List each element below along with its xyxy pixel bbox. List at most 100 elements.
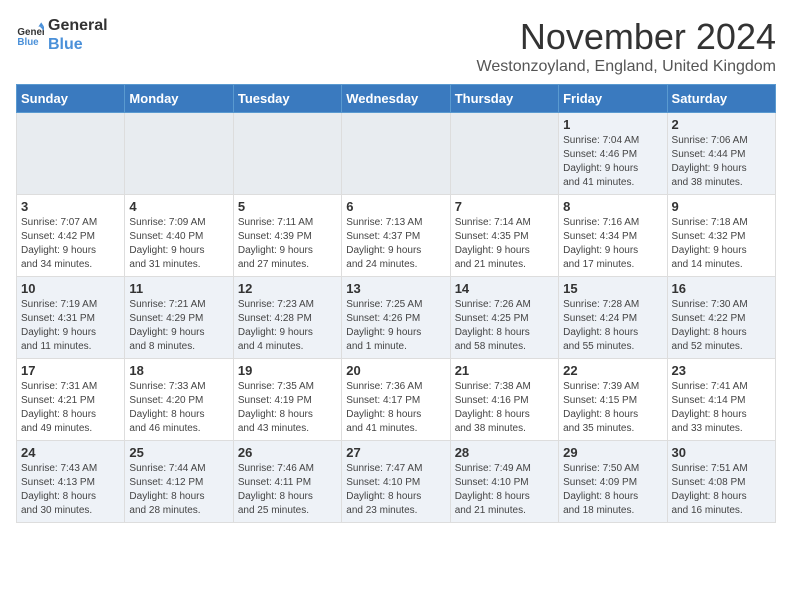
day-number: 11 [129, 281, 228, 296]
day-number: 29 [563, 445, 662, 460]
day-info: Sunrise: 7:23 AM Sunset: 4:28 PM Dayligh… [238, 298, 337, 354]
day-number: 1 [563, 117, 662, 132]
day-info: Sunrise: 7:28 AM Sunset: 4:24 PM Dayligh… [563, 298, 662, 354]
day-number: 26 [238, 445, 337, 460]
day-info: Sunrise: 7:51 AM Sunset: 4:08 PM Dayligh… [672, 462, 771, 518]
calendar-cell: 28Sunrise: 7:49 AM Sunset: 4:10 PM Dayli… [450, 441, 558, 523]
calendar-cell: 6 Sunrise: 7:13 AM Sunset: 4:37 PM Daylig… [342, 195, 450, 277]
day-number: 15 [563, 281, 662, 296]
logo-icon: General Blue [16, 21, 44, 49]
day-info: Sunrise: 7:33 AM Sunset: 4:20 PM Dayligh… [129, 380, 228, 436]
calendar-cell: 26 Sunrise: 7:46 AM Sunset: 4:11 PM Dayli… [233, 441, 341, 523]
weekday-header-sunday: Sunday [17, 85, 125, 113]
day-number: 14 [455, 281, 554, 296]
month-title: November 2024 [477, 16, 776, 58]
day-info: Sunrise: 7:49 AM Sunset: 4:10 PM Dayligh… [455, 462, 554, 518]
day-info: Sunrise: 7:44 AM Sunset: 4:12 PM Dayligh… [129, 462, 228, 518]
day-number: 3 [21, 199, 120, 214]
calendar-cell: 10Sunrise: 7:19 AM Sunset: 4:31 PM Dayli… [17, 277, 125, 359]
calendar-cell: 2 Sunrise: 7:06 AM Sunset: 4:44 PM Daylig… [667, 113, 775, 195]
day-number: 21 [455, 363, 554, 378]
day-number: 22 [563, 363, 662, 378]
day-number: 12 [238, 281, 337, 296]
calendar-cell: 22Sunrise: 7:39 AM Sunset: 4:15 PM Dayli… [559, 359, 667, 441]
calendar-cell: 24Sunrise: 7:43 AM Sunset: 4:13 PM Dayli… [17, 441, 125, 523]
calendar-cell: 7 Sunrise: 7:14 AM Sunset: 4:35 PM Daylig… [450, 195, 558, 277]
day-number: 2 [672, 117, 771, 132]
weekday-header-saturday: Saturday [667, 85, 775, 113]
calendar-cell: 25 Sunrise: 7:44 AM Sunset: 4:12 PM Dayli… [125, 441, 233, 523]
location-title: Westonzoyland, England, United Kingdom [477, 58, 776, 76]
day-info: Sunrise: 7:07 AM Sunset: 4:42 PM Dayligh… [21, 216, 120, 272]
svg-text:Blue: Blue [17, 37, 39, 48]
calendar-cell: 9Sunrise: 7:18 AM Sunset: 4:32 PM Daylig… [667, 195, 775, 277]
day-number: 18 [129, 363, 228, 378]
day-info: Sunrise: 7:06 AM Sunset: 4:44 PM Dayligh… [672, 134, 771, 190]
day-info: Sunrise: 7:31 AM Sunset: 4:21 PM Dayligh… [21, 380, 120, 436]
day-info: Sunrise: 7:18 AM Sunset: 4:32 PM Dayligh… [672, 216, 771, 272]
day-info: Sunrise: 7:47 AM Sunset: 4:10 PM Dayligh… [346, 462, 445, 518]
calendar-cell: 4 Sunrise: 7:09 AM Sunset: 4:40 PM Daylig… [125, 195, 233, 277]
header-row: SundayMondayTuesdayWednesdayThursdayFrid… [17, 85, 776, 113]
logo-general: General [48, 16, 108, 35]
calendar-cell: 19 Sunrise: 7:35 AM Sunset: 4:19 PM Dayli… [233, 359, 341, 441]
weekday-header-monday: Monday [125, 85, 233, 113]
calendar-cell [233, 113, 341, 195]
day-number: 5 [238, 199, 337, 214]
calendar-cell: 21 Sunrise: 7:38 AM Sunset: 4:16 PM Dayli… [450, 359, 558, 441]
day-info: Sunrise: 7:43 AM Sunset: 4:13 PM Dayligh… [21, 462, 120, 518]
day-info: Sunrise: 7:50 AM Sunset: 4:09 PM Dayligh… [563, 462, 662, 518]
calendar-cell: 17Sunrise: 7:31 AM Sunset: 4:21 PM Dayli… [17, 359, 125, 441]
day-info: Sunrise: 7:21 AM Sunset: 4:29 PM Dayligh… [129, 298, 228, 354]
weekday-header-tuesday: Tuesday [233, 85, 341, 113]
calendar-week-4: 17Sunrise: 7:31 AM Sunset: 4:21 PM Dayli… [17, 359, 776, 441]
day-info: Sunrise: 7:38 AM Sunset: 4:16 PM Dayligh… [455, 380, 554, 436]
day-info: Sunrise: 7:13 AM Sunset: 4:37 PM Dayligh… [346, 216, 445, 272]
day-number: 13 [346, 281, 445, 296]
day-info: Sunrise: 7:04 AM Sunset: 4:46 PM Dayligh… [563, 134, 662, 190]
day-number: 7 [455, 199, 554, 214]
day-number: 23 [672, 363, 771, 378]
calendar-cell: 18 Sunrise: 7:33 AM Sunset: 4:20 PM Dayli… [125, 359, 233, 441]
day-info: Sunrise: 7:41 AM Sunset: 4:14 PM Dayligh… [672, 380, 771, 436]
day-number: 6 [346, 199, 445, 214]
calendar-week-3: 10Sunrise: 7:19 AM Sunset: 4:31 PM Dayli… [17, 277, 776, 359]
calendar-cell: 15 Sunrise: 7:28 AM Sunset: 4:24 PM Dayli… [559, 277, 667, 359]
calendar-cell: 30Sunrise: 7:51 AM Sunset: 4:08 PM Dayli… [667, 441, 775, 523]
calendar-week-5: 24Sunrise: 7:43 AM Sunset: 4:13 PM Dayli… [17, 441, 776, 523]
calendar-week-1: 1 Sunrise: 7:04 AM Sunset: 4:46 PM Daylig… [17, 113, 776, 195]
day-info: Sunrise: 7:14 AM Sunset: 4:35 PM Dayligh… [455, 216, 554, 272]
calendar-cell: 12 Sunrise: 7:23 AM Sunset: 4:28 PM Dayli… [233, 277, 341, 359]
calendar-cell: 20Sunrise: 7:36 AM Sunset: 4:17 PM Dayli… [342, 359, 450, 441]
day-number: 10 [21, 281, 120, 296]
day-number: 25 [129, 445, 228, 460]
day-info: Sunrise: 7:35 AM Sunset: 4:19 PM Dayligh… [238, 380, 337, 436]
day-info: Sunrise: 7:25 AM Sunset: 4:26 PM Dayligh… [346, 298, 445, 354]
calendar-cell: 14 Sunrise: 7:26 AM Sunset: 4:25 PM Dayli… [450, 277, 558, 359]
day-number: 19 [238, 363, 337, 378]
calendar-cell: 5Sunrise: 7:11 AM Sunset: 4:39 PM Daylig… [233, 195, 341, 277]
calendar-cell: 23 Sunrise: 7:41 AM Sunset: 4:14 PM Dayli… [667, 359, 775, 441]
weekday-header-friday: Friday [559, 85, 667, 113]
day-info: Sunrise: 7:09 AM Sunset: 4:40 PM Dayligh… [129, 216, 228, 272]
logo-blue: Blue [48, 35, 108, 54]
logo: General Blue General Blue [16, 16, 108, 54]
calendar-cell: 29 Sunrise: 7:50 AM Sunset: 4:09 PM Dayli… [559, 441, 667, 523]
calendar-cell: 3 Sunrise: 7:07 AM Sunset: 4:42 PM Daylig… [17, 195, 125, 277]
calendar-cell: 27 Sunrise: 7:47 AM Sunset: 4:10 PM Dayli… [342, 441, 450, 523]
calendar-cell: 8 Sunrise: 7:16 AM Sunset: 4:34 PM Daylig… [559, 195, 667, 277]
day-info: Sunrise: 7:16 AM Sunset: 4:34 PM Dayligh… [563, 216, 662, 272]
day-number: 8 [563, 199, 662, 214]
day-info: Sunrise: 7:26 AM Sunset: 4:25 PM Dayligh… [455, 298, 554, 354]
calendar-cell: 1 Sunrise: 7:04 AM Sunset: 4:46 PM Daylig… [559, 113, 667, 195]
calendar-table: SundayMondayTuesdayWednesdayThursdayFrid… [16, 84, 776, 523]
calendar-cell [17, 113, 125, 195]
header: General Blue General Blue November 2024 … [16, 16, 776, 76]
title-area: November 2024 Westonzoyland, England, Un… [477, 16, 776, 76]
calendar-week-2: 3 Sunrise: 7:07 AM Sunset: 4:42 PM Daylig… [17, 195, 776, 277]
calendar-cell: 11 Sunrise: 7:21 AM Sunset: 4:29 PM Dayli… [125, 277, 233, 359]
weekday-header-wednesday: Wednesday [342, 85, 450, 113]
day-number: 27 [346, 445, 445, 460]
day-number: 4 [129, 199, 228, 214]
day-info: Sunrise: 7:46 AM Sunset: 4:11 PM Dayligh… [238, 462, 337, 518]
